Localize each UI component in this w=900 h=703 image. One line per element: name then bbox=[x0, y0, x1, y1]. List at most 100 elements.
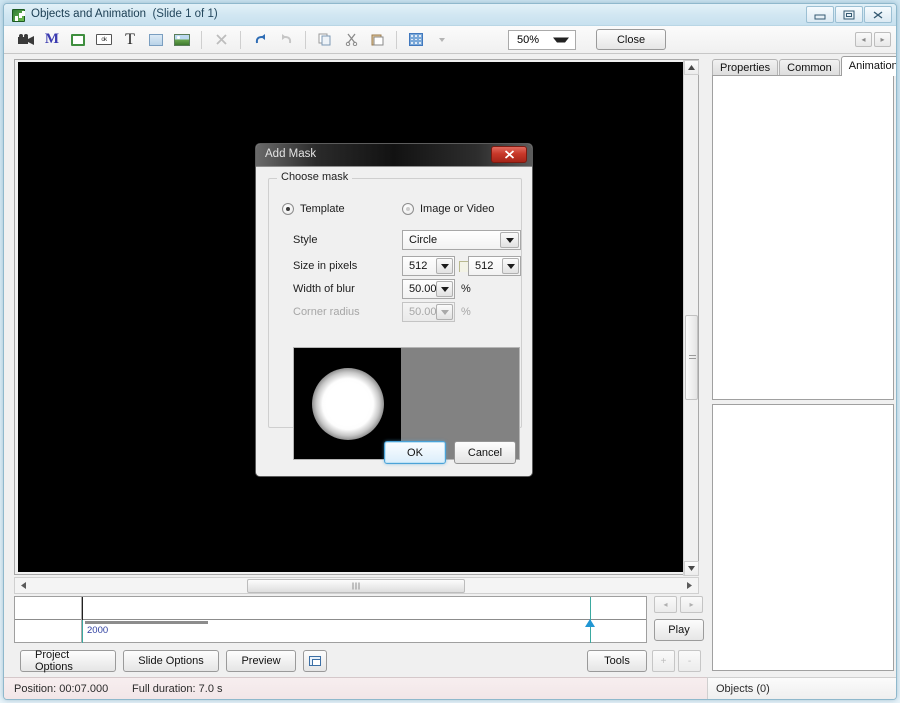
mask-tool-button[interactable]: M bbox=[40, 29, 64, 51]
animation-objects-list[interactable] bbox=[712, 75, 894, 400]
window-subtitle: (Slide 1 of 1) bbox=[152, 8, 218, 20]
text-tool-button[interactable]: T bbox=[118, 29, 142, 51]
zoom-select[interactable]: 50% bbox=[508, 29, 576, 50]
close-editor-button[interactable]: Close bbox=[596, 29, 666, 50]
redo-button[interactable] bbox=[274, 29, 298, 51]
cut-button[interactable] bbox=[339, 29, 363, 51]
slide-options-button[interactable]: Slide Options bbox=[123, 650, 219, 672]
corner-radius-spinner: 50.00 bbox=[402, 302, 455, 322]
preview-button[interactable]: Preview bbox=[226, 650, 296, 672]
status-duration: Full duration: 7.0 s bbox=[132, 682, 223, 695]
animation-properties-list[interactable] bbox=[712, 404, 894, 671]
link-aspect-icon[interactable] bbox=[459, 261, 468, 272]
mask-source-row: Template Image or Video bbox=[269, 199, 521, 219]
play-button[interactable]: Play bbox=[654, 619, 704, 641]
chevron-right-icon bbox=[687, 582, 692, 589]
canvas-horizontal-scrollbar[interactable] bbox=[14, 577, 699, 594]
minimize-button[interactable] bbox=[806, 6, 834, 23]
timeline-prev-button[interactable]: ◂ bbox=[654, 596, 677, 613]
ok-button-icon: ok bbox=[96, 34, 112, 45]
frame-icon bbox=[71, 33, 85, 46]
cut-icon bbox=[345, 33, 357, 46]
tab-common[interactable]: Common bbox=[779, 59, 840, 76]
timeline[interactable]: 2000 bbox=[14, 596, 647, 643]
panel-tabs: Properties Common Animation bbox=[712, 56, 896, 76]
dialog-close-button[interactable] bbox=[491, 146, 527, 163]
scroll-right-button[interactable] bbox=[682, 578, 697, 593]
timeline-start-marker bbox=[82, 597, 83, 620]
timeline-header-row bbox=[15, 597, 646, 620]
timeline-duration-bar[interactable] bbox=[85, 621, 208, 624]
chevron-down-icon[interactable] bbox=[436, 258, 453, 274]
redo-icon bbox=[281, 34, 291, 44]
cancel-button[interactable]: Cancel bbox=[454, 441, 516, 464]
timeline-playhead-marker[interactable] bbox=[585, 619, 595, 627]
grid-button[interactable] bbox=[404, 29, 428, 51]
scroll-up-button[interactable] bbox=[684, 60, 699, 75]
radio-template-label: Template bbox=[300, 203, 345, 215]
close-icon bbox=[873, 10, 883, 19]
tools-button[interactable]: Tools bbox=[587, 650, 647, 672]
toolbar-separator bbox=[240, 30, 241, 49]
vertical-scroll-thumb[interactable] bbox=[685, 315, 698, 400]
canvas-vertical-scrollbar[interactable] bbox=[683, 60, 699, 576]
chevron-left-icon bbox=[21, 582, 26, 589]
scroll-left-button[interactable] bbox=[16, 578, 31, 593]
undo-button[interactable] bbox=[248, 29, 272, 51]
video-camera-icon bbox=[17, 33, 34, 45]
panel-next-button[interactable]: ▸ bbox=[874, 32, 891, 47]
mask-preview-circle bbox=[311, 367, 384, 440]
application-window: Objects and Animation (Slide 1 of 1) M o… bbox=[0, 0, 900, 703]
remove-button[interactable]: - bbox=[678, 650, 701, 672]
add-button[interactable]: + bbox=[652, 650, 675, 672]
radio-template[interactable] bbox=[282, 203, 294, 215]
delete-button[interactable] bbox=[209, 29, 233, 51]
size-height-spinner[interactable]: 512 bbox=[468, 256, 521, 276]
chevron-down-icon bbox=[439, 37, 445, 42]
tab-animation[interactable]: Animation bbox=[840, 56, 896, 76]
panel-prev-button[interactable]: ◂ bbox=[855, 32, 872, 47]
panel-nav-buttons: ◂ ▸ bbox=[855, 32, 891, 47]
close-button[interactable] bbox=[864, 6, 892, 23]
layers-button[interactable] bbox=[303, 650, 327, 672]
rectangle-tool-button[interactable] bbox=[144, 29, 168, 51]
tab-properties[interactable]: Properties bbox=[712, 59, 779, 76]
blur-label: Width of blur bbox=[293, 283, 355, 295]
window-controls bbox=[806, 6, 892, 23]
style-value: Circle bbox=[409, 234, 438, 246]
video-camera-tool-button[interactable] bbox=[14, 29, 38, 51]
project-options-button[interactable]: Project Options bbox=[20, 649, 116, 673]
grid-dropdown-button[interactable] bbox=[430, 29, 454, 51]
size-width-spinner[interactable]: 512 bbox=[402, 256, 455, 276]
chevron-down-icon bbox=[436, 304, 453, 320]
radio-image-or-video[interactable] bbox=[402, 203, 414, 215]
image-tool-button[interactable] bbox=[170, 29, 194, 51]
chevron-down-icon[interactable] bbox=[436, 281, 453, 297]
right-panel: ◂ ▸ Properties Common Animation bbox=[707, 32, 896, 671]
copy-button[interactable] bbox=[313, 29, 337, 51]
timeline-time-label: 2000 bbox=[87, 625, 109, 636]
close-icon bbox=[504, 150, 514, 159]
timeline-side-controls: ◂ ▸ Play bbox=[654, 596, 706, 643]
style-select[interactable]: Circle bbox=[402, 230, 521, 250]
undo-icon bbox=[255, 34, 265, 44]
ok-button[interactable]: OK bbox=[384, 441, 446, 464]
chevron-down-icon[interactable] bbox=[502, 258, 519, 274]
chevron-down-icon[interactable] bbox=[500, 232, 519, 248]
play-button-label: Play bbox=[668, 624, 690, 636]
blur-value: 50.00 bbox=[409, 283, 437, 295]
maximize-button[interactable] bbox=[835, 6, 863, 23]
window-title: Objects and Animation (Slide 1 of 1) bbox=[31, 8, 218, 20]
copy-icon bbox=[318, 33, 331, 46]
horizontal-scroll-thumb[interactable] bbox=[247, 579, 465, 593]
status-position: Position: 00:07.000 bbox=[14, 682, 109, 695]
frame-tool-button[interactable] bbox=[66, 29, 90, 51]
paste-button[interactable] bbox=[365, 29, 389, 51]
button-tool-button[interactable]: ok bbox=[92, 29, 116, 51]
timeline-next-button[interactable]: ▸ bbox=[680, 596, 703, 613]
blur-spinner[interactable]: 50.00 bbox=[402, 279, 455, 299]
rectangle-icon bbox=[149, 33, 163, 46]
mask-tool-label: M bbox=[44, 31, 60, 47]
corner-radius-value: 50.00 bbox=[409, 306, 437, 318]
scroll-down-button[interactable] bbox=[684, 561, 699, 576]
